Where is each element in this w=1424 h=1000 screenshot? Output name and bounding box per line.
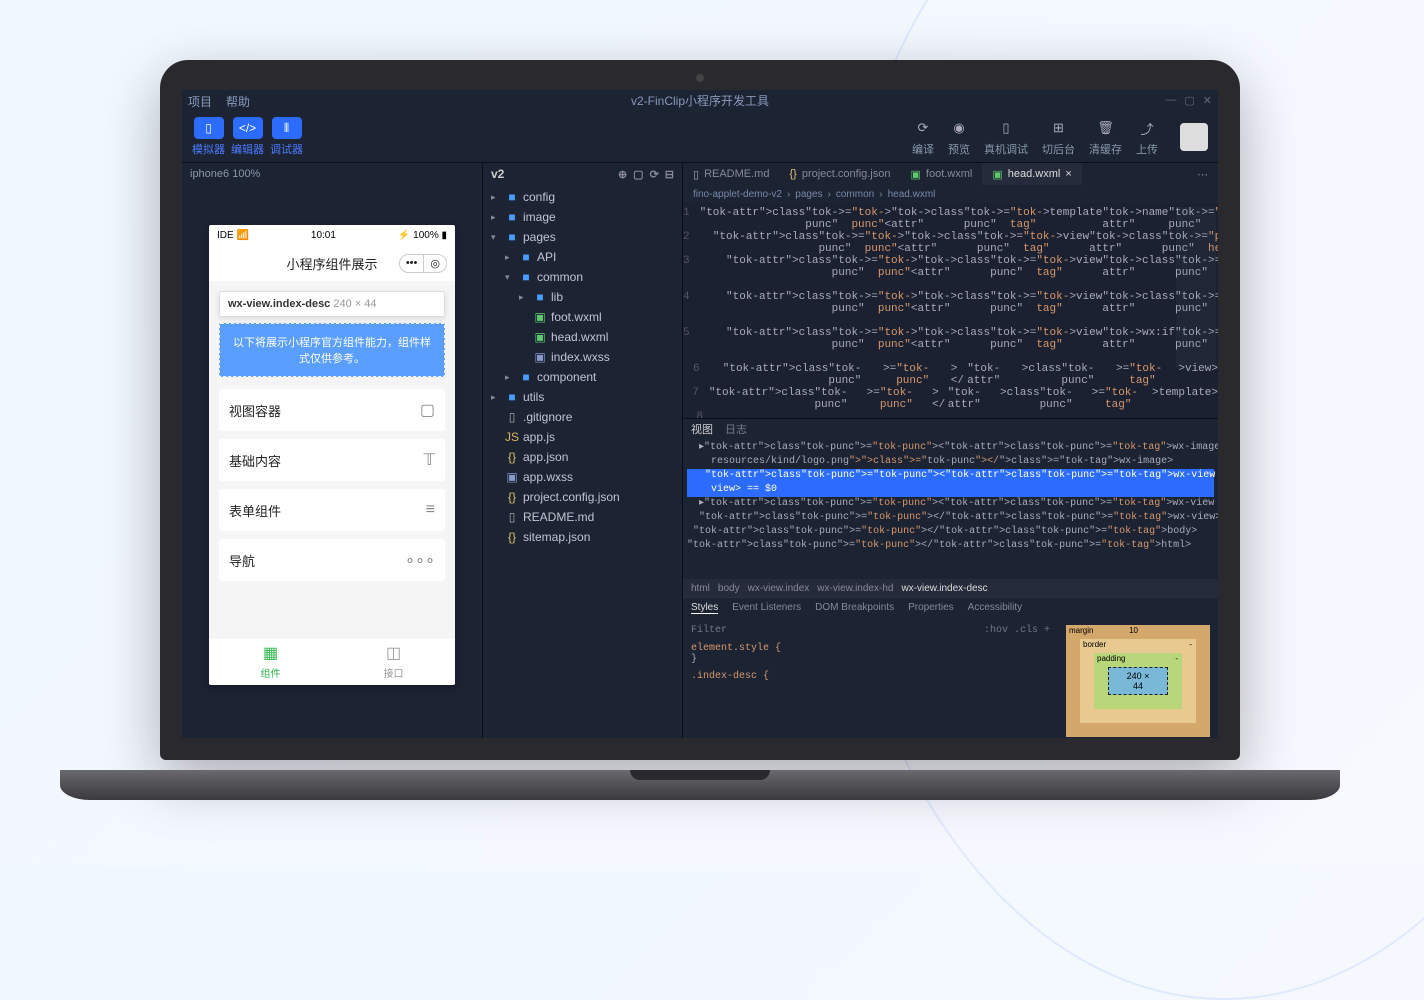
laptop-frame: v2-FinClip小程序开发工具 — ▢ ✕ 项目 帮助 ▯ 模拟器 </> … — [160, 60, 1240, 780]
clear-cache-icon[interactable]: 🗑 — [1095, 117, 1117, 139]
menu-item[interactable]: 视图容器▢ — [219, 389, 445, 431]
close-icon[interactable]: ✕ — [1203, 94, 1212, 107]
editor-tab[interactable]: ▣head.wxml× — [982, 163, 1081, 185]
maximize-icon[interactable]: ▢ — [1184, 94, 1194, 107]
minimize-icon[interactable]: — — [1165, 94, 1176, 107]
tree-row[interactable]: ▣app.wxss — [483, 467, 682, 487]
tree-row[interactable]: ▯.gitignore — [483, 407, 682, 427]
simulator-toggle[interactable]: ▯ — [194, 117, 224, 139]
devtools-subtab[interactable]: Event Listeners — [732, 602, 801, 613]
menu-item[interactable]: 导航∘∘∘ — [219, 539, 445, 581]
tree-row[interactable]: {}sitemap.json — [483, 527, 682, 547]
debugger-toggle[interactable]: ⫴ — [272, 117, 302, 139]
editor-tab[interactable]: ▣foot.wxml — [901, 163, 983, 185]
tree-row[interactable]: ▾■common — [483, 267, 682, 287]
editor-panel: ▯README.md{}project.config.json▣foot.wxm… — [682, 162, 1218, 738]
laptop-bezel: v2-FinClip小程序开发工具 — ▢ ✕ 项目 帮助 ▯ 模拟器 </> … — [160, 60, 1240, 760]
devtools-tab-view[interactable]: 视图 — [691, 421, 713, 437]
nav-more-icon[interactable]: ••• — [400, 255, 425, 272]
tree-row[interactable]: {}app.json — [483, 447, 682, 467]
file-explorer: v2 ⊕ ▢ ⟳ ⊟ ▸■config▸■image▾■pages▸■API▾■… — [482, 162, 682, 738]
elements-panel[interactable]: ▸"tok-attr">class"tok-punc">="tok-punc">… — [683, 439, 1218, 579]
devtools-subtab[interactable]: Accessibility — [968, 602, 1022, 613]
editor-tab[interactable]: ▯README.md — [683, 163, 779, 185]
tabbar-item[interactable]: ◫接口 — [332, 638, 455, 685]
tab-close-icon: × — [1065, 168, 1071, 180]
tree-row[interactable]: ▣foot.wxml — [483, 307, 682, 327]
nav-close-icon[interactable]: ◎ — [424, 255, 446, 272]
selected-element[interactable]: 以下将展示小程序官方组件能力，组件样式仅供参考。 — [219, 323, 445, 377]
window-controls[interactable]: — ▢ ✕ — [1165, 94, 1212, 107]
devtools-subtab[interactable]: DOM Breakpoints — [815, 602, 894, 613]
menu-help[interactable]: 帮助 — [226, 93, 250, 110]
phone-simulator: IDE 📶 10:01 ⚡ 100% ▮ 小程序组件展示 ••• ◎ wx-vi… — [209, 225, 455, 685]
editor-label: 编辑器 — [231, 141, 264, 157]
minimap[interactable] — [1176, 207, 1216, 367]
phone-nav: 小程序组件展示 ••• ◎ — [209, 245, 455, 281]
tabbar: ▦组件◫接口 — [209, 637, 455, 685]
menu-bar: 项目 帮助 — [182, 90, 1218, 112]
devtools-subtabs: Styles Event Listeners DOM Breakpoints Prop… — [683, 597, 1218, 617]
code-editor[interactable]: 1"tok-attr">class"tok-punc">="tok-punc">… — [683, 203, 1218, 418]
styles-hov[interactable]: :hov .cls + — [984, 625, 1050, 636]
element-tooltip: wx-view.index-desc 240 × 44 — [219, 291, 445, 317]
breadcrumb[interactable]: fino-applet-demo-v2 › pages › common › h… — [683, 185, 1218, 203]
collapse-icon[interactable]: ⊟ — [665, 168, 674, 181]
menu-item[interactable]: 表单组件≡ — [219, 489, 445, 531]
camera-dot — [696, 74, 704, 82]
remote-debug-icon[interactable]: ▯ — [995, 117, 1017, 139]
laptop-base — [60, 770, 1340, 800]
new-folder-icon[interactable]: ▢ — [633, 168, 643, 181]
simulator-label: 模拟器 — [192, 141, 225, 157]
avatar[interactable] — [1180, 123, 1208, 151]
editor-tab[interactable]: {}project.config.json — [779, 163, 900, 185]
new-file-icon[interactable]: ⊕ — [618, 168, 627, 181]
editor-toggle[interactable]: </> — [233, 117, 263, 139]
styles-panel[interactable]: Filter :hov .cls + element.style {}.inde… — [683, 617, 1058, 738]
wifi-icon: 📶 — [236, 230, 248, 241]
project-root[interactable]: v2 — [491, 167, 504, 181]
debugger-label: 调试器 — [270, 141, 303, 157]
tree-row[interactable]: ▣index.wxss — [483, 347, 682, 367]
tree-row[interactable]: ▯README.md — [483, 507, 682, 527]
editor-tabs: ▯README.md{}project.config.json▣foot.wxm… — [683, 163, 1218, 185]
compile-icon[interactable]: ⟳ — [912, 117, 934, 139]
tree-row[interactable]: ▾■pages — [483, 227, 682, 247]
phone-status-bar: IDE 📶 10:01 ⚡ 100% ▮ — [209, 225, 455, 245]
simulator-panel: iphone6 100% IDE 📶 10:01 ⚡ 100% ▮ 小程序组件展… — [182, 162, 482, 738]
devtools-subtab[interactable]: Properties — [908, 602, 954, 613]
toolbar: ▯ 模拟器 </> 编辑器 ⫴ 调试器 ⟳编译 ◉预览 ▯真机调试 ⊞切后台 🗑… — [182, 112, 1218, 162]
ide-window: v2-FinClip小程序开发工具 — ▢ ✕ 项目 帮助 ▯ 模拟器 </> … — [182, 90, 1218, 738]
tree-row[interactable]: ▸■config — [483, 187, 682, 207]
tree-row[interactable]: ▸■API — [483, 247, 682, 267]
refresh-icon[interactable]: ⟳ — [650, 168, 659, 181]
box-model: margin 10 border - padding - 240 × 44 — [1058, 617, 1218, 738]
tree-row[interactable]: JSapp.js — [483, 427, 682, 447]
menu-project[interactable]: 项目 — [188, 93, 212, 110]
elements-breadcrumb[interactable]: htmlbodywx-view.indexwx-view.index-hdwx-… — [683, 579, 1218, 597]
tree-row[interactable]: ▸■lib — [483, 287, 682, 307]
device-info[interactable]: iphone6 100% — [182, 163, 482, 185]
tree-row[interactable]: ▸■utils — [483, 387, 682, 407]
background-icon[interactable]: ⊞ — [1048, 117, 1070, 139]
tree-row[interactable]: ▣head.wxml — [483, 327, 682, 347]
menu-item[interactable]: 基础内容𝕋 — [219, 439, 445, 481]
tree-row[interactable]: {}project.config.json — [483, 487, 682, 507]
devtools-tab-log[interactable]: 日志 — [725, 421, 747, 437]
devtools-subtab[interactable]: Styles — [691, 602, 718, 614]
devtools: 视图 日志 ▸"tok-attr">class"tok-punc">="tok-… — [683, 418, 1218, 738]
tree-row[interactable]: ▸■component — [483, 367, 682, 387]
upload-icon[interactable]: ⤴ — [1136, 117, 1158, 139]
tabbar-item[interactable]: ▦组件 — [209, 638, 332, 685]
tree-row[interactable]: ▸■image — [483, 207, 682, 227]
editor-more-icon[interactable]: ⋯ — [1187, 163, 1218, 185]
styles-filter[interactable]: Filter — [691, 625, 727, 636]
preview-icon[interactable]: ◉ — [948, 117, 970, 139]
